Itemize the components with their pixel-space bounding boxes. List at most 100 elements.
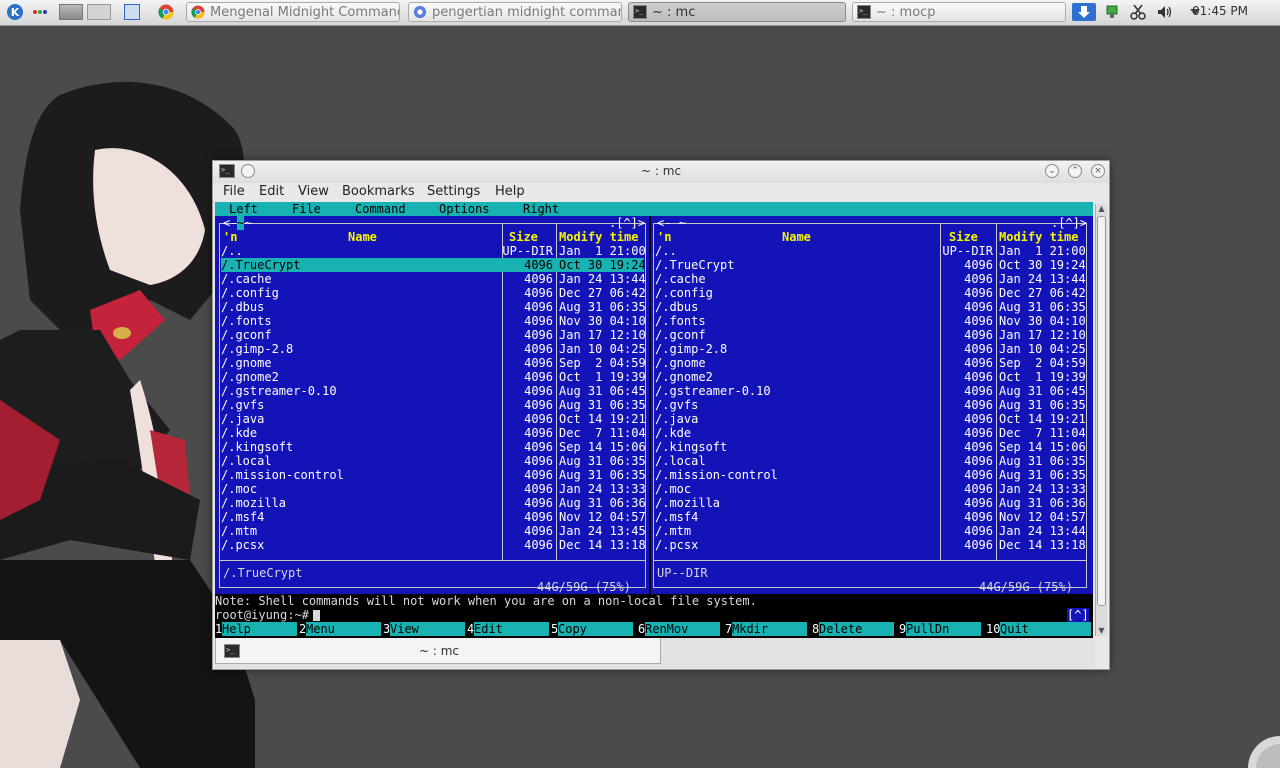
desktop-pager-1[interactable] bbox=[58, 3, 84, 21]
left-file-name[interactable]: /.mission-control bbox=[221, 468, 344, 482]
minimize-button[interactable]: ⌄ bbox=[1045, 164, 1059, 178]
right-file-name[interactable]: /.gconf bbox=[655, 328, 706, 342]
left-file-name[interactable]: /.gimp-2.8 bbox=[221, 342, 293, 356]
left-file-name[interactable]: /.mozilla bbox=[221, 496, 286, 510]
right-file-name[interactable]: /.kde bbox=[655, 426, 691, 440]
right-file-name[interactable]: /.gvfs bbox=[655, 398, 698, 412]
right-sort-indicator[interactable]: 'n bbox=[657, 230, 671, 244]
fkey-help-button[interactable]: Help bbox=[222, 622, 297, 636]
right-header-name[interactable]: Name bbox=[782, 230, 811, 244]
menu-file[interactable]: File bbox=[223, 184, 245, 199]
download-icon[interactable] bbox=[1072, 3, 1096, 21]
right-panel-nav[interactable]: <- ~ bbox=[657, 216, 686, 230]
mc-menu-right[interactable]: Right bbox=[523, 202, 559, 216]
left-header-size[interactable]: Size bbox=[509, 230, 538, 244]
right-file-name[interactable]: /.TrueCrypt bbox=[655, 258, 734, 272]
left-file-name[interactable]: /.config bbox=[221, 286, 279, 300]
dots-icon[interactable] bbox=[32, 3, 48, 21]
fkey-view-button[interactable]: View bbox=[390, 622, 465, 636]
right-file-name[interactable]: /.msf4 bbox=[655, 510, 698, 524]
left-file-name[interactable]: /.gconf bbox=[221, 328, 272, 342]
fkey-menu-button[interactable]: Menu bbox=[306, 622, 381, 636]
fkey-mkdir-button[interactable]: Mkdir bbox=[732, 622, 807, 636]
right-file-name[interactable]: /.local bbox=[655, 454, 706, 468]
right-file-name[interactable]: /.. bbox=[655, 244, 677, 258]
kde-menu-icon[interactable]: K bbox=[4, 3, 26, 21]
right-file-name[interactable]: /.mozilla bbox=[655, 496, 720, 510]
right-file-name[interactable]: /.java bbox=[655, 412, 698, 426]
left-panel-marker[interactable]: .[^]> bbox=[609, 216, 645, 230]
fkey-pulldn-button[interactable]: PullDn bbox=[906, 622, 981, 636]
left-file-name[interactable]: /.fonts bbox=[221, 314, 272, 328]
menu-help[interactable]: Help bbox=[495, 184, 525, 199]
right-file-name[interactable]: /.gnome2 bbox=[655, 370, 713, 384]
right-header-mtime[interactable]: Modify time bbox=[999, 230, 1078, 244]
left-file-name[interactable]: /.moc bbox=[221, 482, 257, 496]
close-button[interactable]: × bbox=[1091, 164, 1105, 178]
left-panel-path[interactable]: ~ bbox=[237, 216, 245, 230]
right-header-size[interactable]: Size bbox=[949, 230, 978, 244]
right-file-name[interactable]: /.cache bbox=[655, 272, 706, 286]
task-terminal-mocp[interactable]: >_ ~ : mocp bbox=[852, 2, 1066, 22]
fkey-copy-button[interactable]: Copy bbox=[558, 622, 633, 636]
right-file-name[interactable]: /.pcsx bbox=[655, 538, 698, 552]
task-chrome-article[interactable]: Mengenal Midnight Command bbox=[186, 2, 400, 22]
left-file-name[interactable]: /.pcsx bbox=[221, 538, 264, 552]
right-file-name[interactable]: /.dbus bbox=[655, 300, 698, 314]
scrollbar[interactable]: ▲ ▼ bbox=[1095, 204, 1107, 636]
prompt-marker[interactable]: [^] bbox=[1067, 608, 1089, 622]
right-file-name[interactable]: /.gnome bbox=[655, 356, 706, 370]
title-bar[interactable]: >_ ~ : mc ⌄ ⌃ × bbox=[213, 161, 1109, 183]
left-header-mtime[interactable]: Modify time bbox=[559, 230, 638, 244]
right-file-name[interactable]: /.mtm bbox=[655, 524, 691, 538]
left-file-name[interactable]: /.java bbox=[221, 412, 264, 426]
menu-settings[interactable]: Settings bbox=[427, 184, 480, 199]
mc-menu-options[interactable]: Options bbox=[439, 202, 490, 216]
fkey-renmov-button[interactable]: RenMov bbox=[645, 622, 720, 636]
left-file-name[interactable]: /.dbus bbox=[221, 300, 264, 314]
left-file-name[interactable]: /.kde bbox=[221, 426, 257, 440]
volume-icon[interactable] bbox=[1154, 3, 1176, 21]
left-file-name[interactable]: /.cache bbox=[221, 272, 272, 286]
task-terminal-mc[interactable]: >_ ~ : mc bbox=[628, 2, 846, 22]
right-panel-marker[interactable]: .[^]> bbox=[1051, 216, 1087, 230]
desktop-pager-2[interactable] bbox=[86, 3, 112, 21]
left-file-name[interactable]: /.. bbox=[221, 244, 243, 258]
scroll-down-icon[interactable]: ▼ bbox=[1097, 626, 1106, 636]
left-file-name[interactable]: /.gvfs bbox=[221, 398, 264, 412]
menu-bookmarks[interactable]: Bookmarks bbox=[342, 184, 415, 199]
maximize-button[interactable]: ⌃ bbox=[1068, 164, 1082, 178]
left-file-name[interactable]: /.gnome bbox=[221, 356, 272, 370]
window-list-icon[interactable] bbox=[122, 3, 142, 21]
left-header-name[interactable]: Name bbox=[348, 230, 377, 244]
left-file-name[interactable]: /.msf4 bbox=[221, 510, 264, 524]
left-sort-indicator[interactable]: 'n bbox=[223, 230, 237, 244]
clock[interactable]: 01:45 PM bbox=[1192, 4, 1248, 18]
chrome-launcher-icon[interactable] bbox=[156, 3, 176, 21]
right-file-name[interactable]: /.kingsoft bbox=[655, 440, 727, 454]
mc-menu-left[interactable]: Left bbox=[229, 202, 258, 216]
terminal-area[interactable]: Left File Command Options Right <- ~ ~ .… bbox=[215, 202, 1093, 638]
right-file-name[interactable]: /.config bbox=[655, 286, 713, 300]
right-file-name[interactable]: /.gstreamer-0.10 bbox=[655, 384, 771, 398]
fkey-edit-button[interactable]: Edit bbox=[474, 622, 549, 636]
network-icon[interactable] bbox=[1102, 3, 1122, 21]
left-file-name[interactable]: /.local bbox=[221, 454, 272, 468]
scroll-up-icon[interactable]: ▲ bbox=[1097, 204, 1106, 214]
left-file-name[interactable]: /.gstreamer-0.10 bbox=[221, 384, 337, 398]
scrollbar-thumb[interactable] bbox=[1097, 216, 1106, 606]
left-file-name[interactable]: /.gnome2 bbox=[221, 370, 279, 384]
right-file-name[interactable]: /.moc bbox=[655, 482, 691, 496]
left-file-name[interactable]: /.TrueCrypt bbox=[221, 258, 300, 272]
left-file-name[interactable]: /.mtm bbox=[221, 524, 257, 538]
right-file-name[interactable]: /.mission-control bbox=[655, 468, 778, 482]
task-chrome-search[interactable]: pengertian midnight comman bbox=[408, 2, 622, 22]
right-file-name[interactable]: /.fonts bbox=[655, 314, 706, 328]
mc-menu-command[interactable]: Command bbox=[355, 202, 406, 216]
fkey-quit-button[interactable]: Quit bbox=[1000, 622, 1091, 636]
tab-mc[interactable]: >_ ~ : mc bbox=[215, 638, 661, 664]
fkey-delete-button[interactable]: Delete bbox=[819, 622, 894, 636]
menu-edit[interactable]: Edit bbox=[259, 184, 284, 199]
scissors-icon[interactable] bbox=[1128, 3, 1148, 21]
left-file-name[interactable]: /.kingsoft bbox=[221, 440, 293, 454]
